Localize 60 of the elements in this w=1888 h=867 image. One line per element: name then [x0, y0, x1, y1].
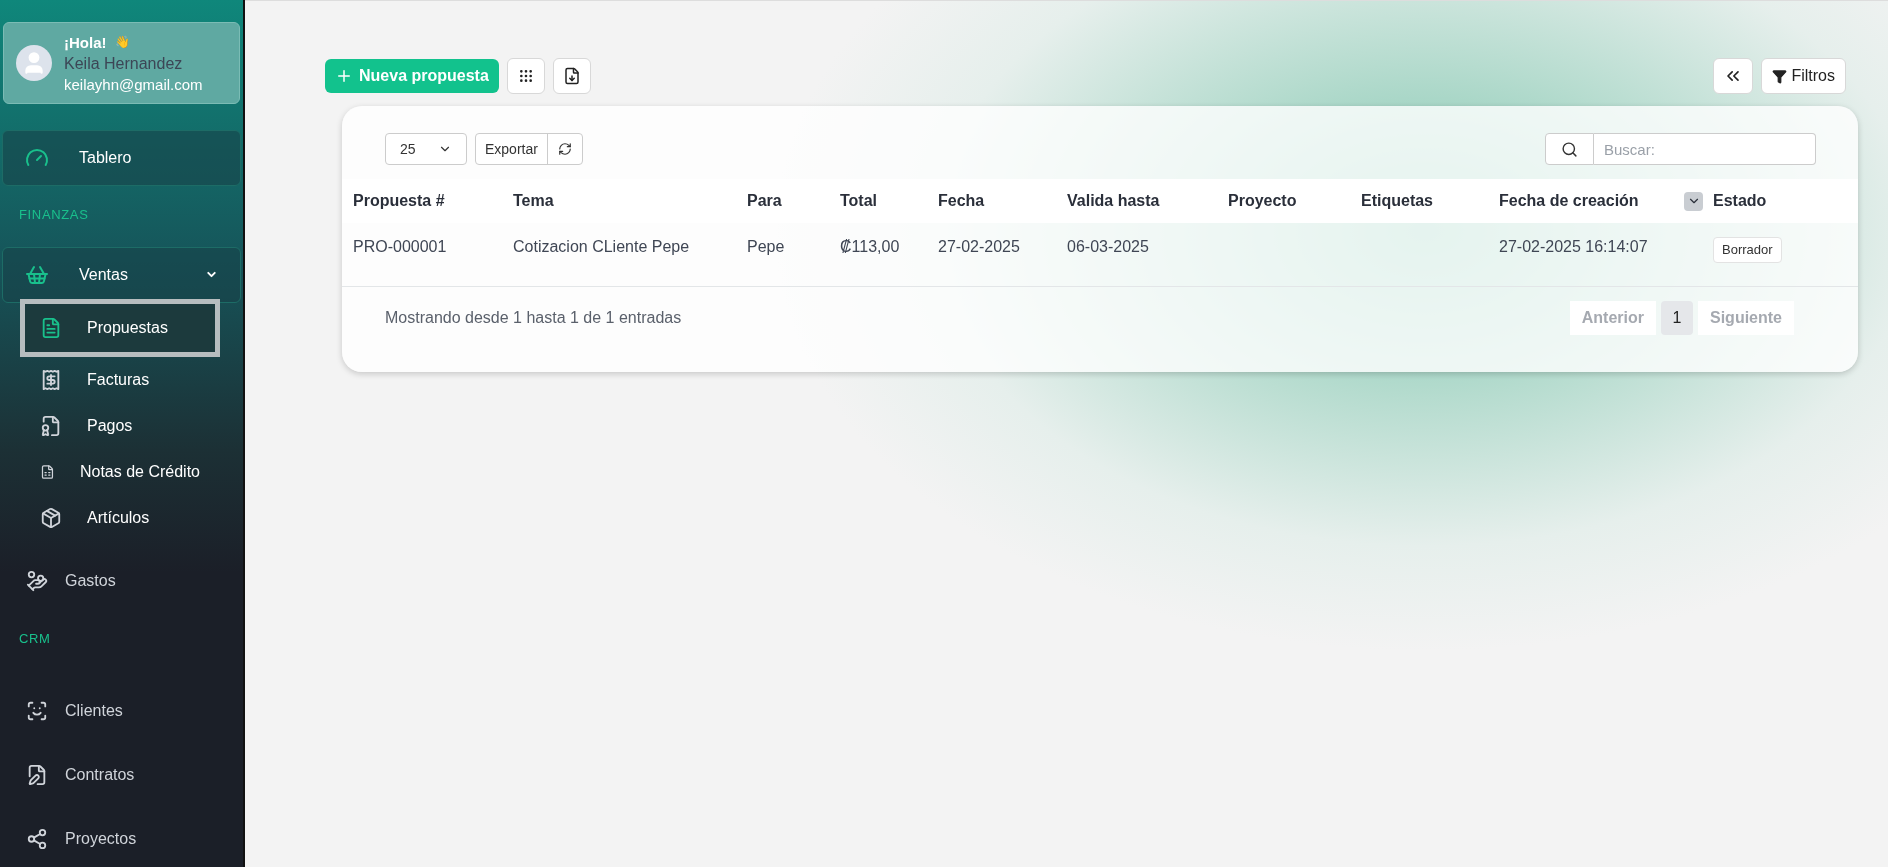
- nav-item[interactable]: Tablero: [2, 130, 241, 186]
- user-name: Keila Hernandez: [64, 53, 184, 74]
- receipt-icon: [40, 368, 62, 391]
- badge-document-icon: [40, 414, 62, 437]
- column-header[interactable]: Para: [747, 189, 840, 213]
- grid-view-button[interactable]: [506, 58, 545, 94]
- table-cell-text: 27-02-2025 16:14:07: [1499, 237, 1649, 257]
- face-scan-icon: [26, 700, 48, 722]
- document-icon: [40, 316, 62, 339]
- nav-subitem[interactable]: Facturas: [20, 356, 220, 403]
- column-header[interactable]: Etiquetas: [1361, 189, 1499, 213]
- share-nodes-icon: [26, 828, 48, 850]
- search-icon: [1561, 140, 1578, 158]
- nav-item[interactable]: Proyectos: [2, 811, 241, 867]
- avatar-icon: [16, 45, 52, 81]
- greeting: ¡Hola!: [64, 32, 107, 53]
- nav-subitem[interactable]: Propuestas: [20, 298, 220, 357]
- filters-button[interactable]: Filtros: [1761, 58, 1846, 94]
- user-email: keilayhn@gmail.com: [64, 74, 203, 95]
- nav-item[interactable]: Clientes: [2, 683, 241, 739]
- table-cell-text: 06-03-2025: [1067, 237, 1150, 257]
- column-header[interactable]: Total: [840, 189, 938, 213]
- column-header[interactable]: Estado: [1713, 189, 1858, 213]
- nav-subitem[interactable]: Artículos: [20, 494, 220, 541]
- section-header: FINANZAS: [18, 206, 90, 224]
- status-badge: Borrador: [1713, 237, 1782, 263]
- nav-subitem[interactable]: Notas de Crédito: [20, 448, 220, 495]
- column-header[interactable]: Proyecto: [1228, 189, 1361, 213]
- table-cell-text: Pepe: [747, 237, 786, 257]
- column-header[interactable]: Fecha de creación: [1499, 189, 1639, 213]
- table-cell-text: ₡113,00: [840, 237, 901, 257]
- column-header[interactable]: Valida hasta: [1067, 189, 1228, 213]
- grip-icon: [517, 68, 534, 84]
- file-icon: [562, 67, 581, 85]
- plus-icon: [335, 67, 353, 85]
- table-cell-text: Cotizacion CLiente Pepe: [513, 237, 691, 257]
- filter-icon: [1772, 68, 1788, 84]
- collapse-button[interactable]: [1713, 58, 1754, 94]
- file-pen-icon: [26, 764, 48, 786]
- entries-summary: Mostrando desde 1 hasta 1 de 1 entradas: [385, 308, 682, 328]
- page-button[interactable]: 1: [1661, 301, 1693, 335]
- package-icon: [40, 506, 62, 529]
- search-button[interactable]: [1545, 133, 1594, 165]
- hand-coins-icon: [26, 569, 48, 592]
- page-size-select[interactable]: 25: [385, 133, 467, 165]
- table-cell-text: 27-02-2025: [938, 237, 1021, 257]
- nav-subitem[interactable]: Pagos: [20, 402, 220, 449]
- section-header: CRM: [18, 629, 52, 648]
- column-header[interactable]: Fecha: [938, 189, 1067, 213]
- column-header[interactable]: Tema: [513, 189, 747, 213]
- table-cell-text: PRO-000001: [353, 237, 448, 257]
- sort-chevron-icon[interactable]: [1684, 191, 1703, 211]
- wave-emoji: 👋: [114, 33, 130, 51]
- column-header[interactable]: Propuesta #: [353, 189, 513, 213]
- search-field[interactable]: Buscar:: [1594, 133, 1816, 165]
- pdf-button[interactable]: [552, 58, 591, 94]
- nav-item[interactable]: Contratos: [2, 747, 241, 803]
- nav-item[interactable]: Gastos: [2, 552, 241, 609]
- refresh-icon: [557, 142, 572, 156]
- nav-group[interactable]: Ventas: [2, 246, 241, 303]
